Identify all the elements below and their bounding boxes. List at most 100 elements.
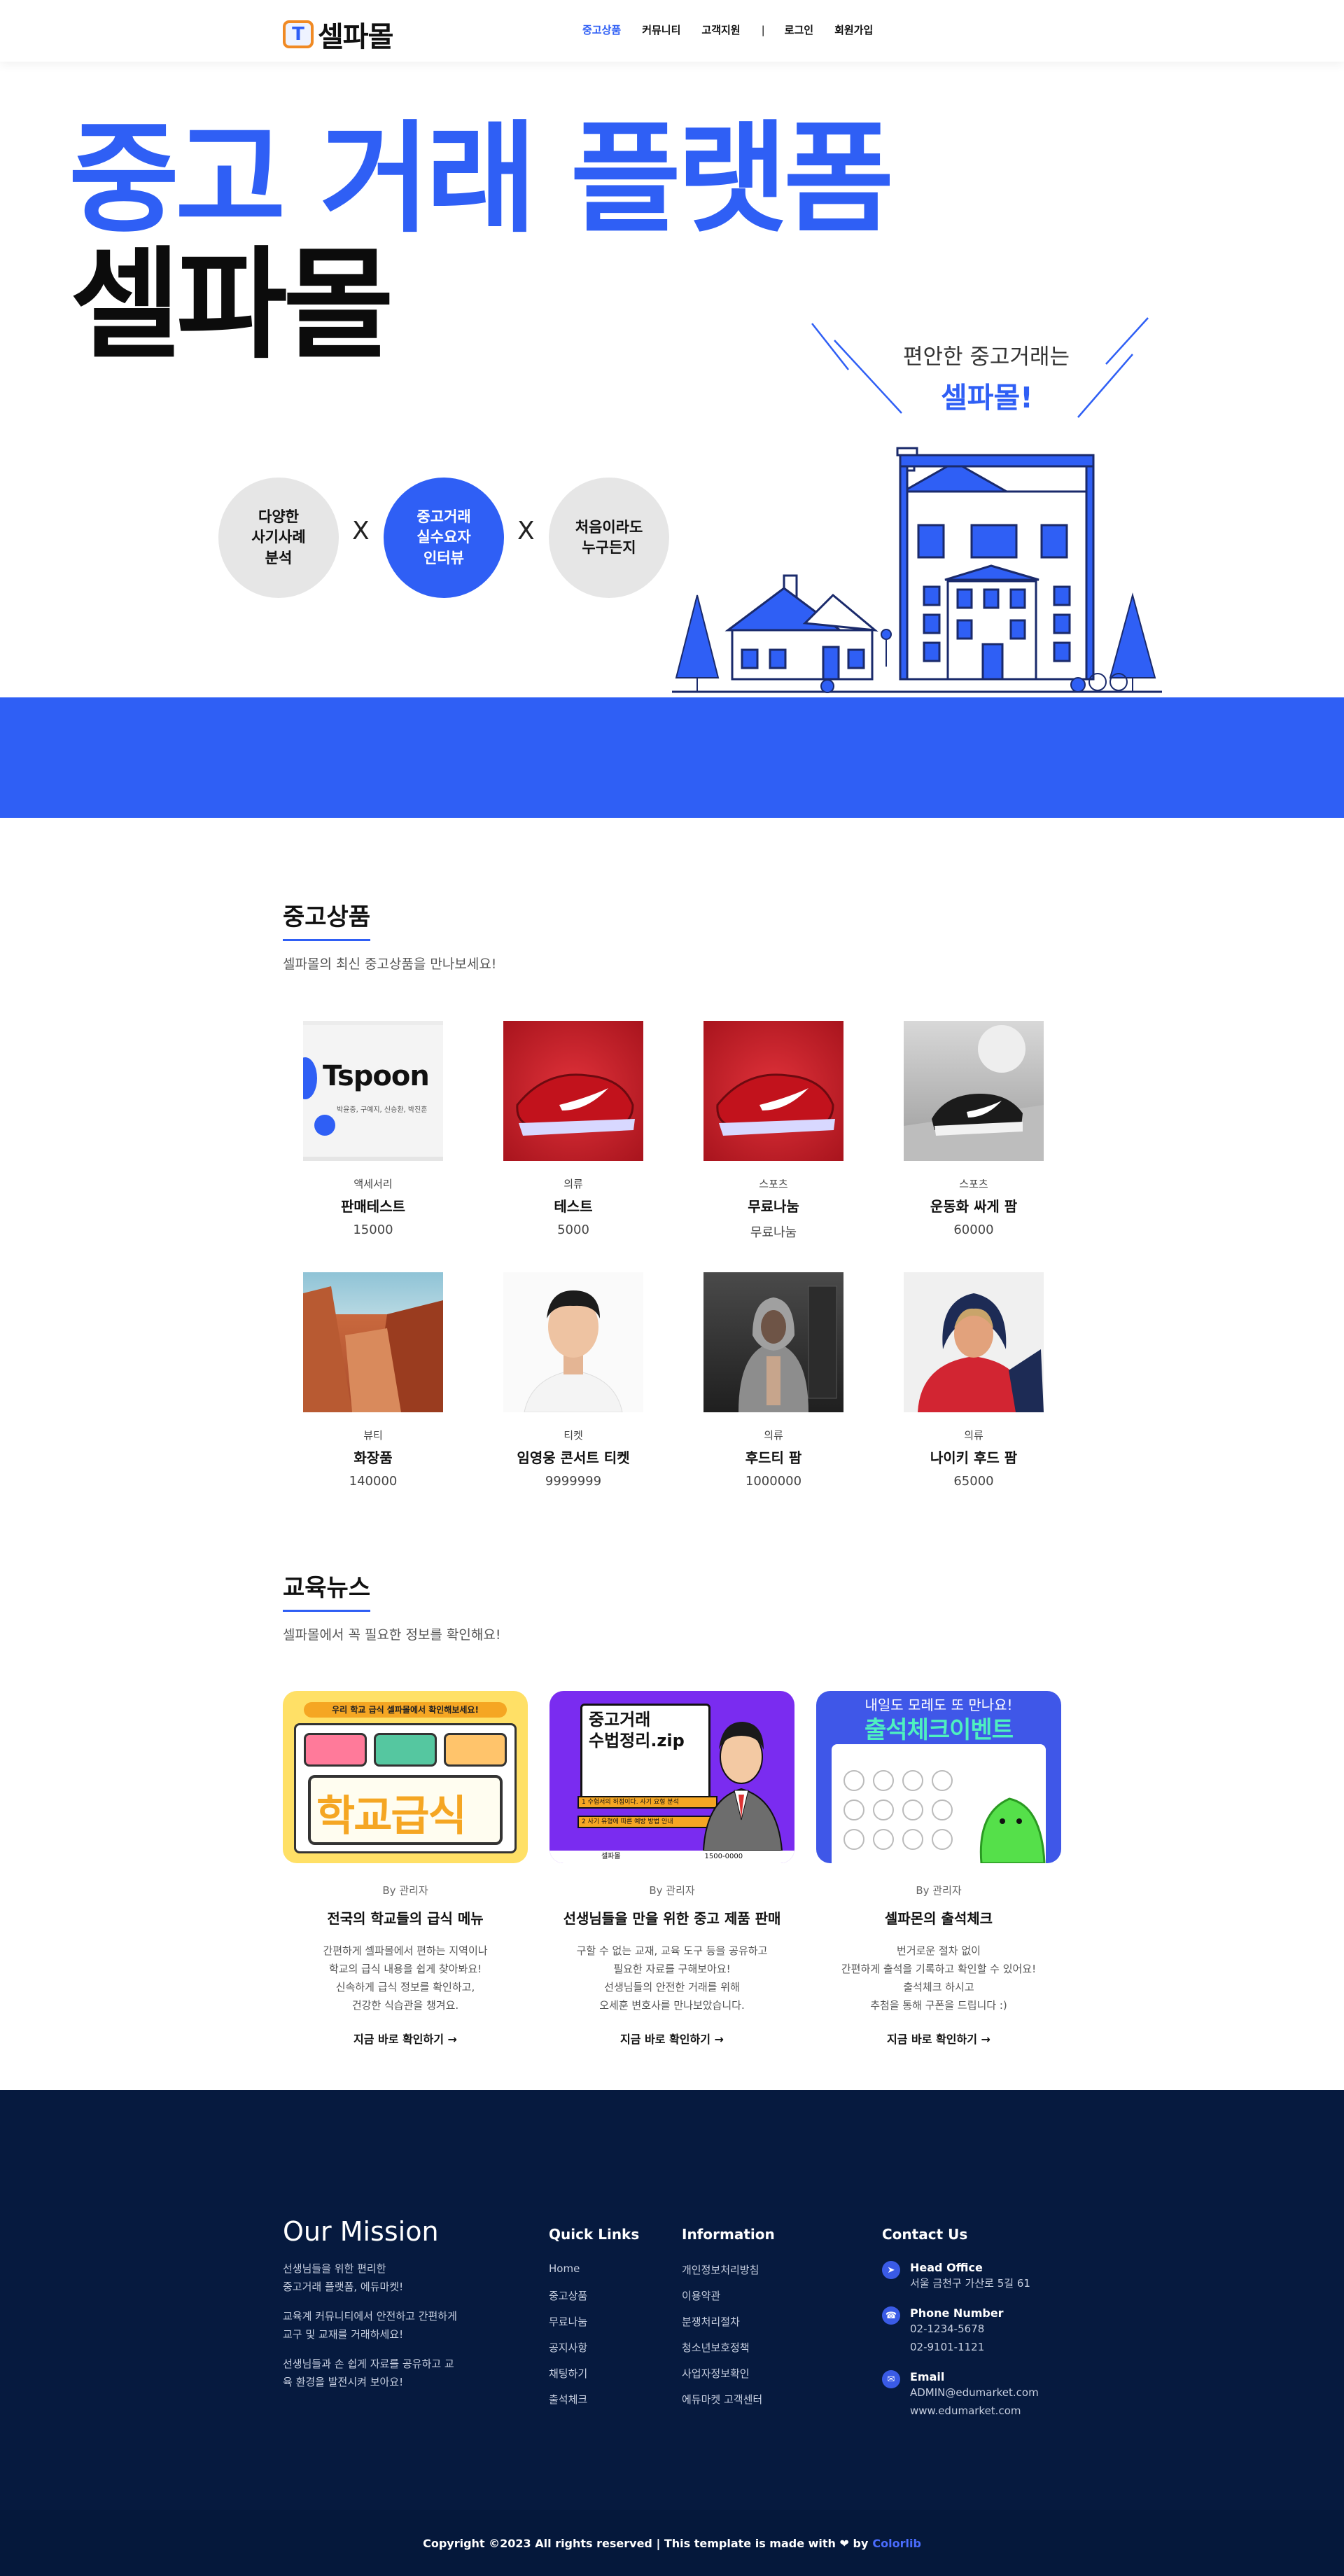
product-image [904, 1021, 1044, 1161]
product-card[interactable]: 티켓 임영웅 콘서트 티켓 9999999 [473, 1272, 673, 1489]
product-category: 액세서리 [354, 1178, 393, 1190]
products-section-title: 중고상품 [283, 898, 371, 941]
product-price: 5000 [557, 1223, 589, 1237]
copyright-text: Copyright ©2023 All rights reserved | Th… [423, 2536, 869, 2550]
news-card[interactable]: 우리 학교 급식 셀파몰에서 확인해보세요! 학교급식 By 관리자 전국의 학… [283, 1691, 528, 2047]
product-card[interactable]: 의류 후드티 팜 1000000 [673, 1272, 874, 1489]
news-description: 번거로운 절차 없이 간편하게 출석을 기록하고 확인할 수 있어요! 출석체크… [841, 1944, 1037, 2012]
site-logo[interactable]: T 셀파몰 [283, 14, 393, 55]
product-card[interactable]: 의류 테스트 5000 [473, 1021, 673, 1237]
product-price: 무료나눔 [750, 1225, 797, 1240]
product-name[interactable]: 테스트 [473, 1195, 673, 1216]
information-title: Information [682, 2226, 775, 2243]
nav-community[interactable]: 커뮤니티 [642, 22, 680, 37]
product-image [704, 1021, 844, 1161]
product-image [704, 1272, 844, 1412]
news-banner-lunch: 우리 학교 급식 셀파몰에서 확인해보세요! 학교급식 [283, 1691, 528, 1863]
news-title[interactable]: 전국의 학교들의 급식 메뉴 [283, 1907, 528, 1928]
bubble-anyone[interactable]: 처음이라도 누구든지 [549, 478, 669, 598]
nav-signup[interactable]: 회원가입 [834, 22, 873, 37]
copyright-brand-link[interactable]: Colorlib [872, 2537, 921, 2550]
product-image [503, 1272, 643, 1412]
product-price: 140000 [349, 1474, 398, 1489]
product-card[interactable]: 의류 나이키 후드 팜 65000 [874, 1272, 1074, 1489]
product-category: 티켓 [564, 1429, 583, 1442]
product-category: 스포츠 [759, 1178, 788, 1190]
bubble-interview[interactable]: 중고거래 실수요자 인터뷰 [384, 478, 504, 598]
news-description: 간편하게 셀파몰에서 편하는 지역이나 학교의 급식 내용을 쉽게 찾아봐요! … [323, 1944, 488, 2012]
product-card[interactable]: 뷰티 화장품 140000 [273, 1272, 473, 1489]
product-image [303, 1272, 443, 1412]
product-name[interactable]: 임영웅 콘서트 티켓 [473, 1447, 673, 1467]
product-image [904, 1272, 1044, 1412]
footer-link-youth[interactable]: 청소년보호정책 [682, 2340, 775, 2366]
product-image: Tspoon 박윤중, 구예지, 신승환, 박진훈 [303, 1021, 443, 1161]
footer-link-home[interactable]: Home [549, 2262, 639, 2288]
contact-title: Contact Us [882, 2226, 968, 2243]
bubble-fraud-analysis[interactable]: 다양한 사기사례 분석 [218, 478, 339, 598]
product-image [503, 1021, 643, 1161]
product-name[interactable]: 무료나눔 [673, 1195, 874, 1216]
product-name[interactable]: 화장품 [273, 1447, 473, 1467]
product-price: 9999999 [545, 1474, 602, 1489]
product-category: 스포츠 [959, 1178, 988, 1190]
contact-phone: ☎ Phone Number 02-1234-5678 02-9101-1121 [882, 2306, 1092, 2356]
nav-used-products[interactable]: 중고상품 [582, 22, 621, 37]
news-description: 구할 수 없는 교재, 교육 도구 등을 공유하고 필요한 자료를 구해보아요!… [576, 1944, 768, 2012]
products-section-subtitle: 셀파몰의 최신 중고상품을 만나보세요! [283, 956, 497, 972]
footer-link-chat[interactable]: 채팅하기 [549, 2366, 639, 2392]
news-section-title: 교육뉴스 [283, 1568, 371, 1612]
product-card[interactable]: Tspoon 박윤중, 구예지, 신승환, 박진훈 액세서리 판매테스트 150… [273, 1021, 473, 1237]
footer-link-business[interactable]: 사업자정보확인 [682, 2366, 775, 2392]
news-read-more-link[interactable]: 지금 바로 확인하기 → [816, 2030, 1061, 2047]
news-read-more-link[interactable]: 지금 바로 확인하기 → [283, 2030, 528, 2047]
contact-head-office: ➤ Head Office 서울 금천구 가산로 5길 61 [882, 2261, 1092, 2292]
logo-icon: T [283, 20, 314, 48]
top-navbar: T 셀파몰 중고상품 커뮤니티 고객지원 | 로그인 회원가입 [0, 0, 1344, 62]
product-category: 의류 [764, 1429, 783, 1442]
logo-text: 셀파몰 [318, 21, 393, 53]
product-name[interactable]: 운동화 싸게 팜 [874, 1195, 1074, 1216]
news-card[interactable]: 중고거래 수법정리.zip 1 수험서의 허점이다. 사기 요형 분석 2 사기… [550, 1691, 794, 2047]
main-menu: 중고상품 커뮤니티 고객지원 | 로그인 회원가입 [582, 22, 894, 37]
footer-link-terms[interactable]: 이용약관 [682, 2288, 775, 2314]
news-title[interactable]: 셀파몬의 출석체크 [816, 1907, 1061, 1928]
product-price: 60000 [953, 1223, 994, 1237]
footer-link-notice[interactable]: 공지사항 [549, 2340, 639, 2366]
nav-support[interactable]: 고객지원 [701, 22, 740, 37]
product-price: 1000000 [745, 1474, 802, 1489]
product-category: 뷰티 [363, 1429, 383, 1442]
product-card[interactable]: 스포츠 무료나눔 무료나눔 [673, 1021, 874, 1241]
product-category: 의류 [964, 1429, 983, 1442]
news-author: By 관리자 [382, 1884, 428, 1897]
footer-link-customer-center[interactable]: 에듀마켓 고객센터 [682, 2392, 775, 2418]
footer: Our Mission 선생님들을 위한 편리한 중고거래 플랫폼, 에듀마켓!… [0, 2090, 1344, 2576]
product-name[interactable]: 판매테스트 [273, 1195, 473, 1216]
phone-icon: ☎ [882, 2306, 900, 2325]
hero-title-line1: 중고 거래 플랫폼 [69, 109, 894, 249]
paper-plane-icon: ➤ [882, 2261, 900, 2279]
x-separator: X [352, 517, 370, 545]
product-price: 15000 [353, 1223, 393, 1237]
footer-link-attendance[interactable]: 출석체크 [549, 2392, 639, 2418]
footer-mission-title: Our Mission [283, 2216, 439, 2247]
footer-link-free[interactable]: 무료나눔 [549, 2314, 639, 2340]
product-name[interactable]: 나이키 후드 팜 [874, 1447, 1074, 1467]
footer-link-privacy[interactable]: 개인정보처리방침 [682, 2262, 775, 2288]
news-author: By 관리자 [649, 1884, 695, 1897]
hero-title-line2: 셀파몰 [70, 235, 394, 375]
footer-link-dispute[interactable]: 분쟁처리절차 [682, 2314, 775, 2340]
footer-information: Information 개인정보처리방침 이용약관 분쟁처리절차 청소년보호정책… [682, 2226, 775, 2418]
news-section-subtitle: 셀파몰에서 꼭 필요한 정보를 확인해요! [283, 1627, 501, 1643]
footer-quick-links: Quick Links Home 중고상품 무료나눔 공지사항 채팅하기 출석체… [549, 2226, 639, 2418]
footer-link-used[interactable]: 중고상품 [549, 2288, 639, 2314]
news-title[interactable]: 선생님들을 만을 위한 중고 제품 판매 [550, 1907, 794, 1928]
nav-separator: | [761, 23, 765, 36]
contact-email: ✉ Email ADMIN@edumarket.com www.edumarke… [882, 2370, 1092, 2420]
product-name[interactable]: 후드티 팜 [673, 1447, 874, 1467]
nav-login[interactable]: 로그인 [785, 22, 813, 37]
news-card[interactable]: 내일도 모레도 또 만나요! 출석체크이벤트 By 관리자 셀파몬의 출석체크 … [816, 1691, 1061, 2047]
copyright-bar: Copyright ©2023 All rights reserved | Th… [0, 2510, 1344, 2576]
product-card[interactable]: 스포츠 운동화 싸게 팜 60000 [874, 1021, 1074, 1237]
news-read-more-link[interactable]: 지금 바로 확인하기 → [550, 2030, 794, 2047]
